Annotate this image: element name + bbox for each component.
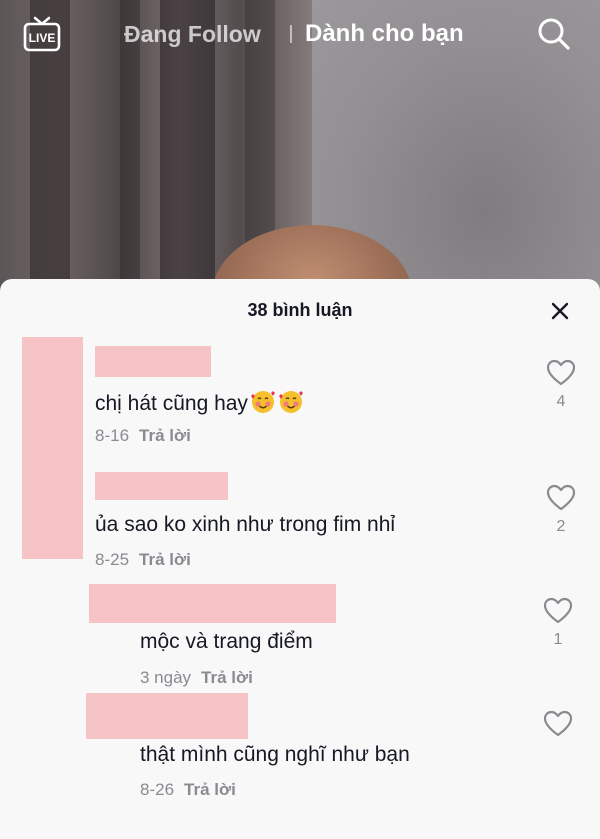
comment-text: ủa sao ko xinh như trong fim nhỉ <box>95 513 396 536</box>
comment-date: 3 ngày <box>140 668 192 687</box>
comments-count-title: 38 bình luận <box>247 300 353 320</box>
like-count: 4 <box>556 393 566 410</box>
reply-button[interactable]: Trả lời <box>184 780 236 799</box>
like-button[interactable]: 1 <box>541 597 575 649</box>
reply-username[interactable] <box>89 584 336 623</box>
comment-meta: 3 ngày Trả lời <box>140 668 253 688</box>
like-button[interactable] <box>541 710 575 744</box>
avatar[interactable] <box>22 337 83 559</box>
username[interactable] <box>95 346 211 377</box>
comment-date: 8-26 <box>140 780 175 799</box>
top-navigation: LIVE Đang Follow Dành cho bạn <box>0 0 600 70</box>
comment-text: chị hát cũng hay <box>95 389 304 416</box>
username[interactable] <box>95 472 228 500</box>
tab-following[interactable]: Đang Follow <box>124 21 261 48</box>
comment-meta: 8-25 Trả lời <box>95 550 191 570</box>
like-button[interactable]: 2 <box>544 484 578 536</box>
comment-text: mộc và trang điểm <box>140 630 313 653</box>
reply-username[interactable] <box>86 693 248 739</box>
tab-for-you[interactable]: Dành cho bạn <box>305 20 464 48</box>
heart-icon <box>546 359 576 386</box>
live-label: LIVE <box>29 31 56 45</box>
comment-date: 8-16 <box>95 426 130 445</box>
comments-panel: 38 bình luận chị hát cũng hay 8-16 Trả lờ… <box>0 279 600 839</box>
reply-button[interactable]: Trả lời <box>201 668 253 687</box>
reply-button[interactable]: Trả lời <box>139 550 191 569</box>
comment-date: 8-25 <box>95 550 130 569</box>
close-icon[interactable] <box>548 299 572 323</box>
heart-icon <box>543 710 573 737</box>
tab-divider <box>290 25 292 43</box>
heart-icon <box>543 597 573 624</box>
comment-text: thật mình cũng nghĩ như bạn <box>140 743 410 766</box>
smiling-face-with-hearts-icon <box>250 389 276 415</box>
like-button[interactable]: 4 <box>544 359 578 411</box>
comment-meta: 8-26 Trả lời <box>140 780 236 800</box>
reply-button[interactable]: Trả lời <box>139 426 191 445</box>
heart-icon <box>546 484 576 511</box>
smiling-face-with-hearts-icon <box>278 389 304 415</box>
search-icon[interactable] <box>536 16 572 52</box>
comment-meta: 8-16 Trả lời <box>95 426 191 446</box>
like-count: 2 <box>556 518 566 535</box>
like-count: 1 <box>553 631 563 648</box>
live-tv-icon[interactable]: LIVE <box>22 14 62 54</box>
